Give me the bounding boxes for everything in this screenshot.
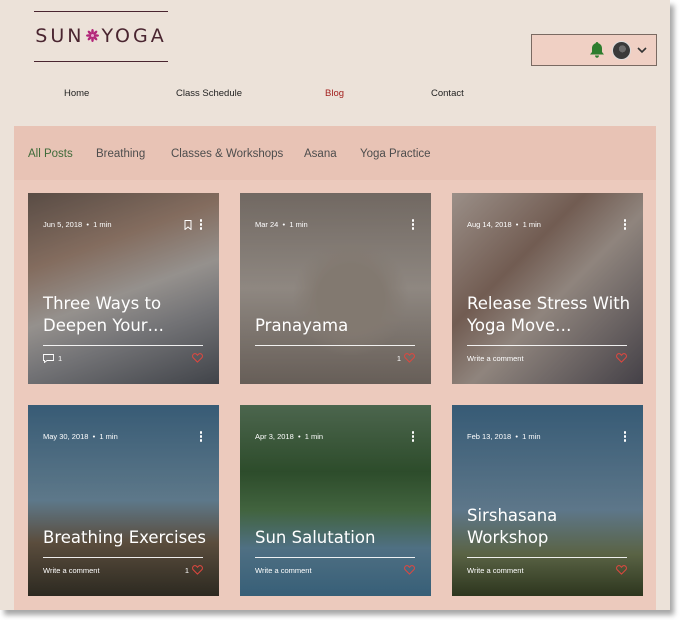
logo-text-right: YOGA (101, 25, 167, 47)
category-all-posts[interactable]: All Posts (28, 148, 73, 160)
heart-icon[interactable] (404, 353, 415, 363)
avatar[interactable] (612, 41, 631, 60)
post-read-time: 1 min (93, 220, 112, 229)
category-asana[interactable]: Asana (304, 148, 337, 160)
heart-icon[interactable] (616, 565, 627, 575)
nav-blog[interactable]: Blog (325, 88, 344, 99)
card-divider (255, 557, 415, 558)
write-comment-link[interactable]: Write a comment (255, 566, 312, 575)
card-divider (467, 557, 627, 558)
post-read-time: 1 min (99, 432, 118, 441)
post-meta: Mar 24 • 1 min (255, 220, 308, 229)
card-divider (467, 345, 627, 346)
comment-count: 1 (58, 354, 63, 363)
post-card[interactable]: Aug 14, 2018 • 1 min Release Stress With… (452, 193, 643, 384)
heart-icon[interactable] (404, 565, 415, 575)
card-divider (255, 345, 415, 346)
nav-class-schedule[interactable]: Class Schedule (176, 88, 242, 99)
post-card[interactable]: Jun 5, 2018 • 1 min Three Ways to Deepen… (28, 193, 219, 384)
post-meta: Feb 13, 2018 • 1 min (467, 432, 541, 441)
post-meta: Jun 5, 2018 • 1 min (43, 220, 112, 229)
logo-text-left: SUN (35, 25, 85, 47)
app-frame: SUN YOGA Home Class Schedule Blog Contac… (0, 0, 670, 610)
post-meta: Aug 14, 2018 • 1 min (467, 220, 541, 229)
post-title[interactable]: Breathing Exercises (43, 527, 207, 549)
more-options-icon[interactable] (199, 431, 203, 443)
post-date: Jun 5, 2018 (43, 220, 83, 229)
post-title[interactable]: Release Stress With Yoga Move… (467, 293, 631, 337)
post-date: Feb 13, 2018 (467, 432, 512, 441)
post-footer: 1 (255, 353, 415, 365)
post-date: Mar 24 (255, 220, 279, 229)
more-options-icon[interactable] (623, 431, 627, 443)
post-meta: Apr 3, 2018 • 1 min (255, 432, 324, 441)
bookmark-icon[interactable] (184, 220, 192, 230)
comment-icon[interactable] (43, 354, 54, 363)
heart-icon[interactable] (192, 565, 203, 575)
blog-feed: All Posts Breathing Classes & Workshops … (14, 126, 656, 610)
post-footer: Write a comment 1 (43, 565, 203, 577)
post-footer: Write a comment (255, 565, 415, 577)
write-comment-link[interactable]: Write a comment (467, 354, 524, 363)
like-count: 1 (184, 566, 189, 575)
post-footer: 1 (43, 353, 203, 365)
post-date: Apr 3, 2018 (255, 432, 294, 441)
flower-icon (86, 29, 100, 42)
like-count: 1 (396, 354, 401, 363)
post-footer: Write a comment (467, 353, 627, 365)
card-divider (43, 557, 203, 558)
post-card[interactable]: Feb 13, 2018 • 1 min Sirshasana Workshop… (452, 405, 643, 596)
nav-contact[interactable]: Contact (431, 88, 464, 99)
post-footer: Write a comment (467, 565, 627, 577)
post-meta: May 30, 2018 • 1 min (43, 432, 118, 441)
logo-text: SUN YOGA (34, 25, 168, 47)
more-options-icon[interactable] (411, 431, 415, 443)
more-options-icon[interactable] (623, 219, 627, 231)
post-date: Aug 14, 2018 (467, 220, 512, 229)
main-nav: Home Class Schedule Blog Contact (0, 88, 670, 102)
more-options-icon[interactable] (199, 219, 203, 231)
site-logo[interactable]: SUN YOGA (34, 11, 168, 62)
heart-icon[interactable] (192, 353, 203, 363)
more-options-icon[interactable] (411, 219, 415, 231)
chevron-down-icon[interactable] (636, 44, 648, 56)
card-divider (43, 345, 203, 346)
post-read-time: 1 min (522, 220, 541, 229)
heart-icon[interactable] (616, 353, 627, 363)
category-menu: All Posts Breathing Classes & Workshops … (14, 126, 656, 180)
post-read-time: 1 min (522, 432, 541, 441)
post-title[interactable]: Sirshasana Workshop (467, 505, 631, 549)
post-card[interactable]: Mar 24 • 1 min Pranayama 1 (240, 193, 431, 384)
post-card[interactable]: Apr 3, 2018 • 1 min Sun Salutation Write… (240, 405, 431, 596)
write-comment-link[interactable]: Write a comment (467, 566, 524, 575)
category-classes-workshops[interactable]: Classes & Workshops (171, 148, 283, 160)
post-card[interactable]: May 30, 2018 • 1 min Breathing Exercises… (28, 405, 219, 596)
category-breathing[interactable]: Breathing (96, 148, 145, 160)
post-date: May 30, 2018 (43, 432, 89, 441)
bell-icon[interactable] (589, 41, 605, 59)
nav-home[interactable]: Home (64, 88, 89, 99)
category-yoga-practice[interactable]: Yoga Practice (360, 148, 431, 160)
post-title[interactable]: Sun Salutation (255, 527, 419, 549)
post-read-time: 1 min (289, 220, 308, 229)
user-menu[interactable] (531, 34, 657, 66)
post-title[interactable]: Pranayama (255, 315, 419, 337)
post-read-time: 1 min (304, 432, 324, 441)
write-comment-link[interactable]: Write a comment (43, 566, 100, 575)
post-title[interactable]: Three Ways to Deepen Your… (43, 293, 207, 337)
